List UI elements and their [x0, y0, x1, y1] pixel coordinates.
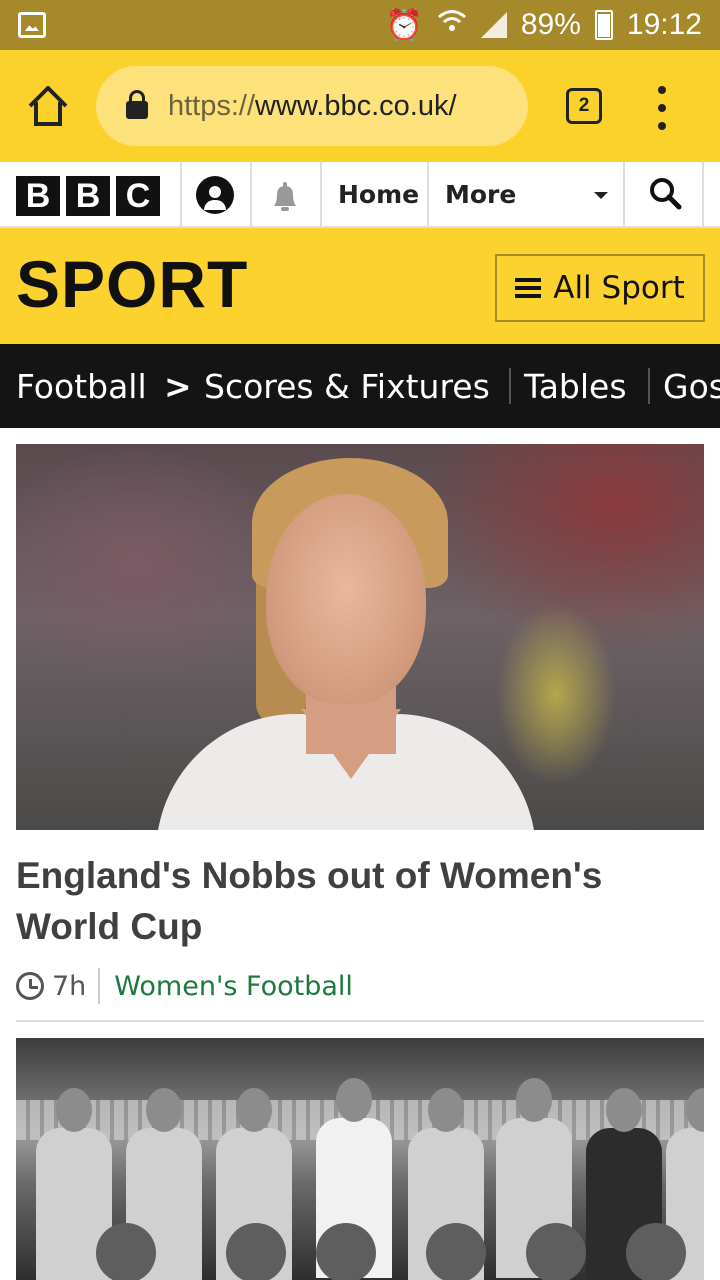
subnav-scores-fixtures[interactable]: Scores & Fixtures	[204, 344, 490, 428]
address-bar[interactable]: https://www.bbc.co.uk/	[96, 66, 528, 146]
story-image[interactable]	[16, 1038, 704, 1280]
wifi-icon	[437, 8, 467, 42]
url-scheme: https://	[168, 89, 256, 122]
nav-more-link[interactable]: More	[445, 162, 516, 226]
clock-icon	[16, 972, 44, 1000]
story-topic-link[interactable]: Women's Football	[114, 971, 353, 1002]
nav-divider	[427, 162, 429, 226]
account-icon[interactable]	[196, 176, 234, 214]
subnav-football-link[interactable]: Football	[16, 344, 147, 428]
story-time: 7h	[52, 970, 87, 1002]
bbc-logo[interactable]: B B C	[16, 176, 160, 216]
all-sport-label: All Sport	[553, 270, 685, 306]
chevron-down-icon	[594, 192, 608, 199]
signal-icon	[480, 12, 507, 38]
nav-divider	[702, 162, 704, 226]
chevron-right-icon: >	[164, 366, 192, 406]
story-headline[interactable]: England's Nobbs out of Women's World Cup	[16, 850, 704, 952]
notifications-bell-icon[interactable]	[268, 180, 302, 214]
battery-percent: 89%	[520, 8, 581, 41]
bbc-global-nav: B B C Home More	[0, 162, 720, 228]
bbc-logo-letter: C	[116, 176, 160, 216]
nav-home-link[interactable]: Home	[338, 162, 419, 226]
subnav-tables[interactable]: Tables	[524, 344, 627, 428]
tabs-count-button[interactable]: 2	[566, 88, 602, 124]
bbc-logo-letter: B	[16, 176, 60, 216]
hamburger-menu-icon	[515, 278, 542, 298]
nav-divider	[250, 162, 252, 226]
lock-icon	[126, 90, 148, 119]
alarm-icon: ⏰	[385, 8, 423, 42]
nav-divider	[623, 162, 625, 226]
bbc-logo-letter: B	[66, 176, 110, 216]
subnav-gossip[interactable]: Gos	[663, 344, 720, 428]
overflow-menu-icon[interactable]	[652, 86, 672, 130]
status-bar: ⏰ 89% 19:12	[0, 0, 720, 50]
story-image[interactable]	[16, 444, 704, 830]
sport-title[interactable]: SPORT	[16, 246, 248, 322]
clock-time: 19:12	[626, 8, 702, 41]
subnav-divider	[648, 368, 650, 404]
meta-divider	[98, 968, 101, 1004]
football-subnav: Football > Scores & Fixtures Tables Gos	[0, 344, 720, 428]
story-meta: 7h Women's Football	[16, 966, 353, 1006]
sport-header: SPORT All Sport	[0, 228, 720, 344]
nav-divider	[180, 162, 182, 226]
battery-icon	[594, 10, 613, 40]
browser-toolbar: https://www.bbc.co.uk/ 2	[0, 50, 720, 162]
url-host: www.bbc.co.uk/	[255, 89, 457, 122]
search-icon[interactable]	[648, 176, 682, 210]
home-icon[interactable]	[22, 80, 74, 132]
subnav-divider	[509, 368, 511, 404]
story-divider	[16, 1020, 704, 1022]
gallery-icon	[18, 12, 46, 38]
nav-divider	[320, 162, 322, 226]
all-sport-button[interactable]: All Sport	[495, 254, 705, 322]
